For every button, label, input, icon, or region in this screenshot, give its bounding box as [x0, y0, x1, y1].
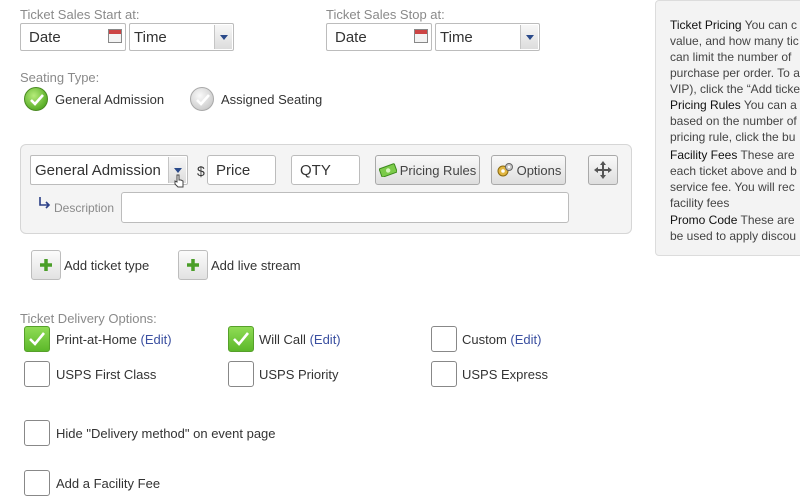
sales-start-label: Ticket Sales Start at:	[20, 7, 140, 22]
gears-icon	[497, 163, 513, 177]
seating-type-label: Seating Type:	[20, 70, 100, 85]
sales-stop-time-value: Time	[440, 28, 473, 46]
help-text-line: These are	[737, 148, 795, 162]
help-text-line: be used to apply discou	[670, 229, 797, 243]
usps-first-class-label: USPS First Class	[56, 367, 157, 382]
delivery-options-label: Ticket Delivery Options:	[20, 311, 157, 326]
help-facility-fees-title: Facility Fees	[670, 148, 738, 162]
help-ticket-pricing: Ticket Pricing You can c value, and how m…	[670, 17, 800, 97]
help-text-line: These are	[737, 213, 795, 227]
help-text-line: value, and how many tic	[670, 34, 799, 48]
sales-start-time-select[interactable]: Time	[129, 23, 234, 51]
calendar-icon[interactable]	[414, 29, 428, 43]
currency-symbol: $	[197, 163, 205, 179]
chevron-down-icon[interactable]	[214, 25, 232, 49]
help-text-line: You can c	[741, 18, 797, 32]
assigned-seating-radio[interactable]	[190, 87, 214, 111]
facility-fee-label: Add a Facility Fee	[56, 476, 161, 491]
help-facility-fees: Facility Fees These are each ticket above…	[670, 147, 800, 211]
general-admission-label: General Admission	[55, 92, 165, 107]
sales-stop-date-input[interactable]: Date	[326, 23, 432, 51]
sales-stop-date-value: Date	[335, 28, 367, 46]
description-label: Description	[54, 201, 115, 215]
pricing-rules-label: Pricing Rules	[399, 162, 477, 178]
help-text-line: VIP), click the “Add ticke	[670, 82, 800, 96]
options-label: Options	[516, 162, 562, 178]
price-input[interactable]: Price	[207, 155, 276, 185]
move-handle[interactable]	[588, 155, 618, 185]
calendar-icon[interactable]	[108, 29, 122, 43]
hide-delivery-method-checkbox[interactable]	[24, 420, 50, 446]
help-text-line: each ticket above and b	[670, 164, 797, 178]
check-icon	[30, 94, 44, 106]
will-call-option: Will Call (Edit)	[259, 332, 341, 347]
print-at-home-option: Print-at-Home (Edit)	[56, 332, 172, 347]
help-text-line: You can a	[740, 98, 797, 112]
help-promo-code-title: Promo Code	[670, 213, 738, 227]
check-icon	[233, 332, 250, 346]
help-sidebar: Ticket Pricing You can c value, and how m…	[655, 0, 800, 256]
sales-stop-time-select[interactable]: Time	[435, 23, 540, 51]
usps-priority-checkbox[interactable]	[228, 361, 254, 387]
description-input[interactable]	[121, 192, 569, 223]
help-ticket-pricing-title: Ticket Pricing	[670, 18, 742, 32]
money-icon	[378, 163, 397, 177]
help-promo-code: Promo Code These are be used to apply dis…	[670, 212, 800, 244]
help-text-line: facility fees	[670, 196, 730, 210]
sales-start-time-value: Time	[134, 28, 167, 46]
plus-icon	[187, 259, 199, 271]
will-call-edit-link[interactable]: (Edit)	[310, 332, 341, 347]
will-call-checkbox[interactable]	[228, 326, 254, 352]
arrow-turn-icon	[39, 197, 51, 209]
help-text-line: service fee. You will rec	[670, 180, 795, 194]
help-text-line: based on the number of	[670, 114, 797, 128]
print-at-home-label: Print-at-Home	[56, 332, 137, 347]
check-icon	[29, 332, 46, 346]
plus-icon	[40, 259, 52, 271]
general-admission-radio[interactable]	[24, 87, 48, 111]
sales-start-date-value: Date	[29, 28, 61, 46]
custom-option: Custom (Edit)	[462, 332, 541, 347]
check-icon	[196, 94, 210, 106]
usps-express-label: USPS Express	[462, 367, 548, 382]
chevron-down-icon[interactable]	[520, 25, 538, 49]
custom-label: Custom	[462, 332, 507, 347]
add-live-stream-label[interactable]: Add live stream	[211, 258, 301, 273]
print-at-home-edit-link[interactable]: (Edit)	[141, 332, 172, 347]
help-pricing-rules-title: Pricing Rules	[670, 98, 741, 112]
help-text-line: purchase per order. To a	[670, 66, 800, 80]
hide-delivery-method-label: Hide "Delivery method" on event page	[56, 426, 276, 441]
pricing-rules-button[interactable]: Pricing Rules	[375, 155, 480, 185]
custom-checkbox[interactable]	[431, 326, 457, 352]
help-text-line: can limit the number of	[670, 50, 792, 64]
add-live-stream-button[interactable]	[178, 250, 208, 280]
hand-cursor-icon	[174, 174, 184, 188]
custom-edit-link[interactable]: (Edit)	[510, 332, 541, 347]
move-arrows-icon	[594, 161, 612, 179]
add-ticket-type-label[interactable]: Add ticket type	[64, 258, 149, 273]
help-text-line: pricing rule, click the bu	[670, 130, 796, 144]
print-at-home-checkbox[interactable]	[24, 326, 50, 352]
ticket-type-select[interactable]: General Admission	[30, 155, 188, 185]
ticket-type-value: General Admission	[35, 161, 161, 179]
qty-input[interactable]: QTY	[291, 155, 360, 185]
usps-priority-label: USPS Priority	[259, 367, 339, 382]
usps-first-class-checkbox[interactable]	[24, 361, 50, 387]
will-call-label: Will Call	[259, 332, 306, 347]
assigned-seating-label: Assigned Seating	[221, 92, 323, 107]
sales-start-date-input[interactable]: Date	[20, 23, 126, 51]
help-pricing-rules: Pricing Rules You can a based on the numb…	[670, 97, 800, 145]
facility-fee-checkbox[interactable]	[24, 470, 50, 496]
usps-express-checkbox[interactable]	[431, 361, 457, 387]
qty-placeholder: QTY	[300, 161, 331, 179]
add-ticket-type-button[interactable]	[31, 250, 61, 280]
options-button[interactable]: Options	[491, 155, 566, 185]
price-placeholder: Price	[216, 161, 251, 179]
sales-stop-label: Ticket Sales Stop at:	[326, 7, 445, 22]
